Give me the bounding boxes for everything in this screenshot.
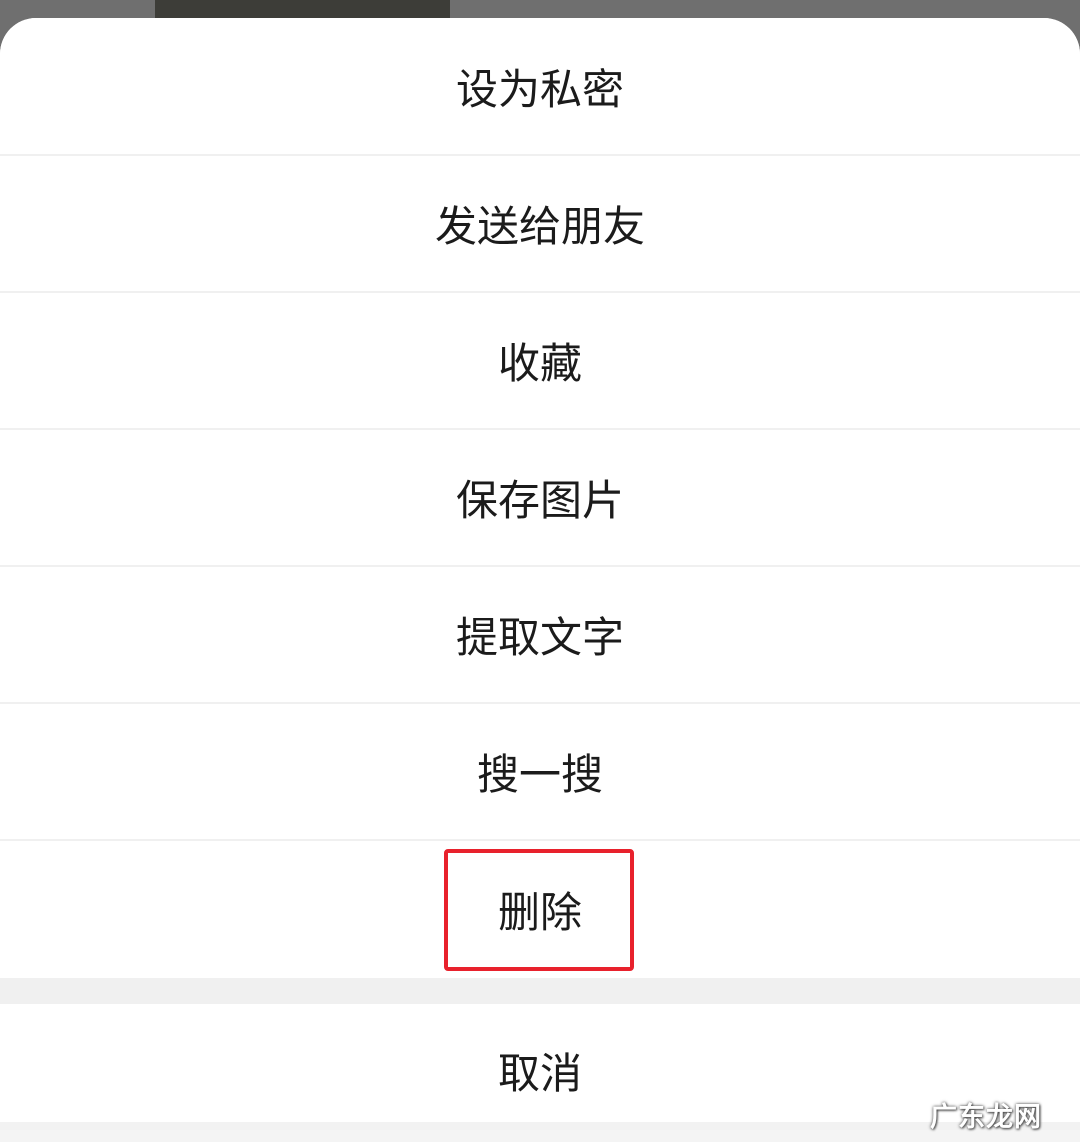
delete-button[interactable]: 删除 — [0, 841, 1080, 978]
set-private-button[interactable]: 设为私密 — [0, 18, 1080, 156]
save-image-button[interactable]: 保存图片 — [0, 430, 1080, 567]
action-menu: 设为私密 发送给朋友 收藏 保存图片 提取文字 搜一搜 删除 — [0, 18, 1080, 978]
bottom-strip — [0, 1130, 1080, 1142]
send-to-friend-button[interactable]: 发送给朋友 — [0, 156, 1080, 293]
search-button[interactable]: 搜一搜 — [0, 704, 1080, 841]
action-sheet: 设为私密 发送给朋友 收藏 保存图片 提取文字 搜一搜 删除 取消 — [0, 18, 1080, 1142]
extract-text-button[interactable]: 提取文字 — [0, 567, 1080, 704]
cancel-button[interactable]: 取消 — [0, 1004, 1080, 1122]
watermark: 广东龙网 — [930, 1102, 1042, 1133]
favorite-button[interactable]: 收藏 — [0, 293, 1080, 430]
separator — [0, 978, 1080, 1004]
